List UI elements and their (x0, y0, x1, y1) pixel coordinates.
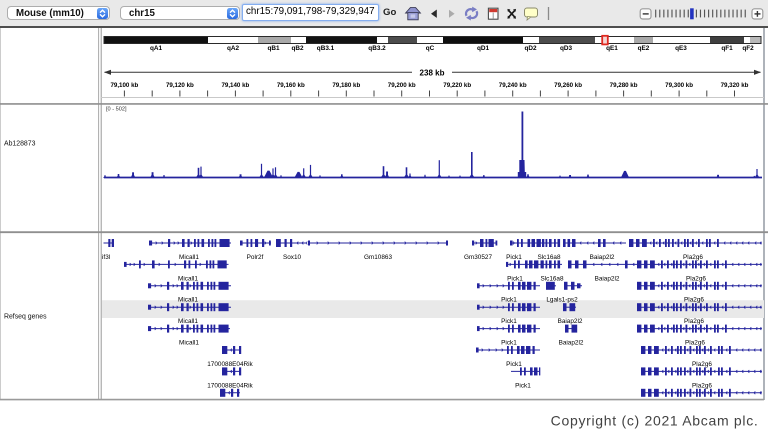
svg-text:1700088E04Rik: 1700088E04Rik (207, 361, 253, 368)
svg-text:Pick1: Pick1 (501, 318, 517, 325)
svg-text:238 kb: 238 kb (420, 69, 445, 78)
svg-text:Micall1: Micall1 (179, 254, 199, 261)
svg-text:79,160 kb: 79,160 kb (277, 82, 305, 89)
svg-text:Baiap2l2: Baiap2l2 (558, 318, 583, 325)
svg-text:qD3: qD3 (560, 45, 573, 52)
svg-text:Pick1: Pick1 (507, 275, 523, 282)
svg-text:qE2: qE2 (638, 45, 650, 52)
svg-text:Copyright (c) 2021 Abcam plc.: Copyright (c) 2021 Abcam plc. (551, 413, 759, 429)
svg-text:qF1: qF1 (721, 45, 733, 52)
svg-text:qC: qC (426, 45, 435, 52)
svg-text:Slc16a8: Slc16a8 (540, 275, 564, 282)
svg-text:Pla2g6: Pla2g6 (686, 275, 706, 282)
svg-text:Gm30527: Gm30527 (464, 254, 493, 261)
svg-text:79,140 kb: 79,140 kb (221, 82, 249, 89)
svg-text:[0 - 502]: [0 - 502] (106, 107, 127, 113)
svg-text:Baiap2l2: Baiap2l2 (559, 340, 584, 347)
svg-text:Baiap2l2: Baiap2l2 (590, 254, 615, 261)
svg-text:if3l: if3l (102, 254, 110, 261)
svg-text:79,180 kb: 79,180 kb (332, 82, 360, 89)
svg-text:Ab128873: Ab128873 (4, 141, 36, 148)
svg-text:qE1: qE1 (606, 45, 618, 52)
svg-text:Pick1: Pick1 (506, 254, 522, 261)
svg-text:qA1: qA1 (150, 45, 163, 52)
svg-text:qA2: qA2 (227, 45, 240, 52)
svg-text:79,220 kb: 79,220 kb (443, 82, 471, 89)
svg-text:qB2: qB2 (291, 45, 304, 52)
svg-text:Slc16a8: Slc16a8 (537, 254, 561, 261)
svg-text:Sox10: Sox10 (283, 254, 302, 261)
svg-text:Pla2g6: Pla2g6 (683, 254, 703, 261)
svg-text:qD2: qD2 (524, 45, 537, 52)
svg-text:qE3: qE3 (675, 45, 687, 52)
svg-text:79,280 kb: 79,280 kb (610, 82, 638, 89)
svg-text:Micall1: Micall1 (178, 275, 198, 282)
svg-text:qB3.1: qB3.1 (317, 45, 335, 52)
svg-text:79,100 kb: 79,100 kb (110, 82, 138, 89)
svg-text:1700088E04Rik: 1700088E04Rik (207, 382, 253, 389)
svg-text:Lgals1-ps2: Lgals1-ps2 (546, 297, 578, 304)
svg-text:79,300 kb: 79,300 kb (665, 82, 693, 89)
svg-text:Baiap2l2: Baiap2l2 (595, 275, 620, 282)
svg-text:Pla2g6: Pla2g6 (692, 382, 712, 389)
svg-text:Pick1: Pick1 (501, 297, 517, 304)
svg-text:79,120 kb: 79,120 kb (166, 82, 194, 89)
svg-text:79,200 kb: 79,200 kb (388, 82, 416, 89)
svg-text:qD1: qD1 (477, 45, 490, 52)
svg-text:qF2: qF2 (742, 45, 754, 52)
svg-text:Pla2g6: Pla2g6 (684, 318, 704, 325)
svg-text:79,320 kb: 79,320 kb (721, 82, 749, 89)
svg-text:79,240 kb: 79,240 kb (499, 82, 527, 89)
svg-text:Pick1: Pick1 (506, 361, 522, 368)
svg-text:Micall1: Micall1 (178, 297, 198, 304)
svg-text:Gm10863: Gm10863 (364, 254, 393, 261)
svg-text:Polr2f: Polr2f (247, 254, 264, 261)
svg-text:Pick1: Pick1 (501, 340, 517, 347)
svg-text:Pla2g6: Pla2g6 (684, 297, 704, 304)
svg-text:qB3.2: qB3.2 (368, 45, 386, 52)
svg-text:Refseq genes: Refseq genes (4, 314, 47, 321)
svg-text:79,260 kb: 79,260 kb (554, 82, 582, 89)
svg-text:Micall1: Micall1 (178, 318, 198, 325)
svg-text:Pla2g6: Pla2g6 (685, 340, 705, 347)
svg-text:Pick1: Pick1 (515, 382, 531, 389)
svg-text:Pla2g6: Pla2g6 (692, 361, 712, 368)
svg-text:Micall1: Micall1 (179, 340, 199, 347)
svg-text:qB1: qB1 (267, 45, 280, 52)
